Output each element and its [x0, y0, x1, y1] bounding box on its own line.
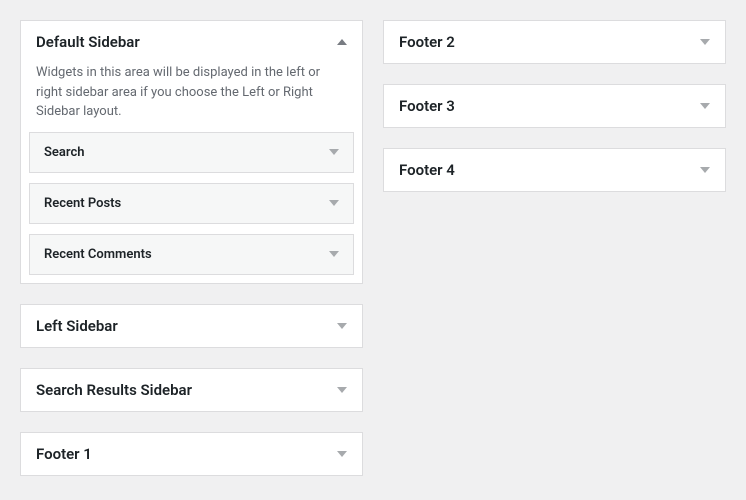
- widget-areas-columns: Default Sidebar Widgets in this area wil…: [20, 20, 726, 496]
- panel-title: Default Sidebar: [36, 33, 140, 51]
- panel-title: Footer 4: [399, 161, 455, 179]
- sidebar-panel-footer-4: Footer 4: [383, 148, 726, 192]
- sidebar-panel-default: Default Sidebar Widgets in this area wil…: [20, 20, 363, 284]
- panel-header[interactable]: Search Results Sidebar: [21, 369, 362, 411]
- sidebar-panel-search-results: Search Results Sidebar: [20, 368, 363, 412]
- sidebar-panel-footer-1: Footer 1: [20, 432, 363, 476]
- widget-item-recent-comments[interactable]: Recent Comments: [29, 234, 354, 275]
- panel-header[interactable]: Footer 4: [384, 149, 725, 191]
- panel-title: Search Results Sidebar: [36, 381, 192, 399]
- widget-list: Search Recent Posts Recent Comments: [21, 132, 362, 283]
- panel-header[interactable]: Footer 1: [21, 433, 362, 475]
- expand-icon: [337, 451, 347, 457]
- expand-icon: [329, 149, 339, 155]
- panel-header[interactable]: Footer 3: [384, 85, 725, 127]
- sidebar-panel-footer-3: Footer 3: [383, 84, 726, 128]
- expand-icon: [700, 167, 710, 173]
- widget-title: Search: [44, 145, 85, 160]
- sidebar-panel-footer-2: Footer 2: [383, 20, 726, 64]
- expand-icon: [337, 387, 347, 393]
- widget-title: Recent Comments: [44, 247, 152, 262]
- panel-title: Footer 2: [399, 33, 455, 51]
- widget-title: Recent Posts: [44, 196, 121, 211]
- expand-icon: [700, 39, 710, 45]
- sidebar-panel-left-sidebar: Left Sidebar: [20, 304, 363, 348]
- expand-icon: [329, 200, 339, 206]
- panel-title: Footer 1: [36, 445, 92, 463]
- panel-header[interactable]: Footer 2: [384, 21, 725, 63]
- widget-item-recent-posts[interactable]: Recent Posts: [29, 183, 354, 224]
- panel-description: Widgets in this area will be displayed i…: [21, 63, 362, 132]
- expand-icon: [337, 323, 347, 329]
- panel-header[interactable]: Left Sidebar: [21, 305, 362, 347]
- panel-title: Footer 3: [399, 97, 455, 115]
- right-column: Footer 2 Footer 3 Footer 4: [383, 20, 726, 496]
- collapse-icon: [337, 39, 347, 45]
- widget-item-search[interactable]: Search: [29, 132, 354, 173]
- panel-header-default[interactable]: Default Sidebar: [21, 21, 362, 63]
- expand-icon: [700, 103, 710, 109]
- left-column: Default Sidebar Widgets in this area wil…: [20, 20, 363, 496]
- expand-icon: [329, 251, 339, 257]
- panel-title: Left Sidebar: [36, 317, 118, 335]
